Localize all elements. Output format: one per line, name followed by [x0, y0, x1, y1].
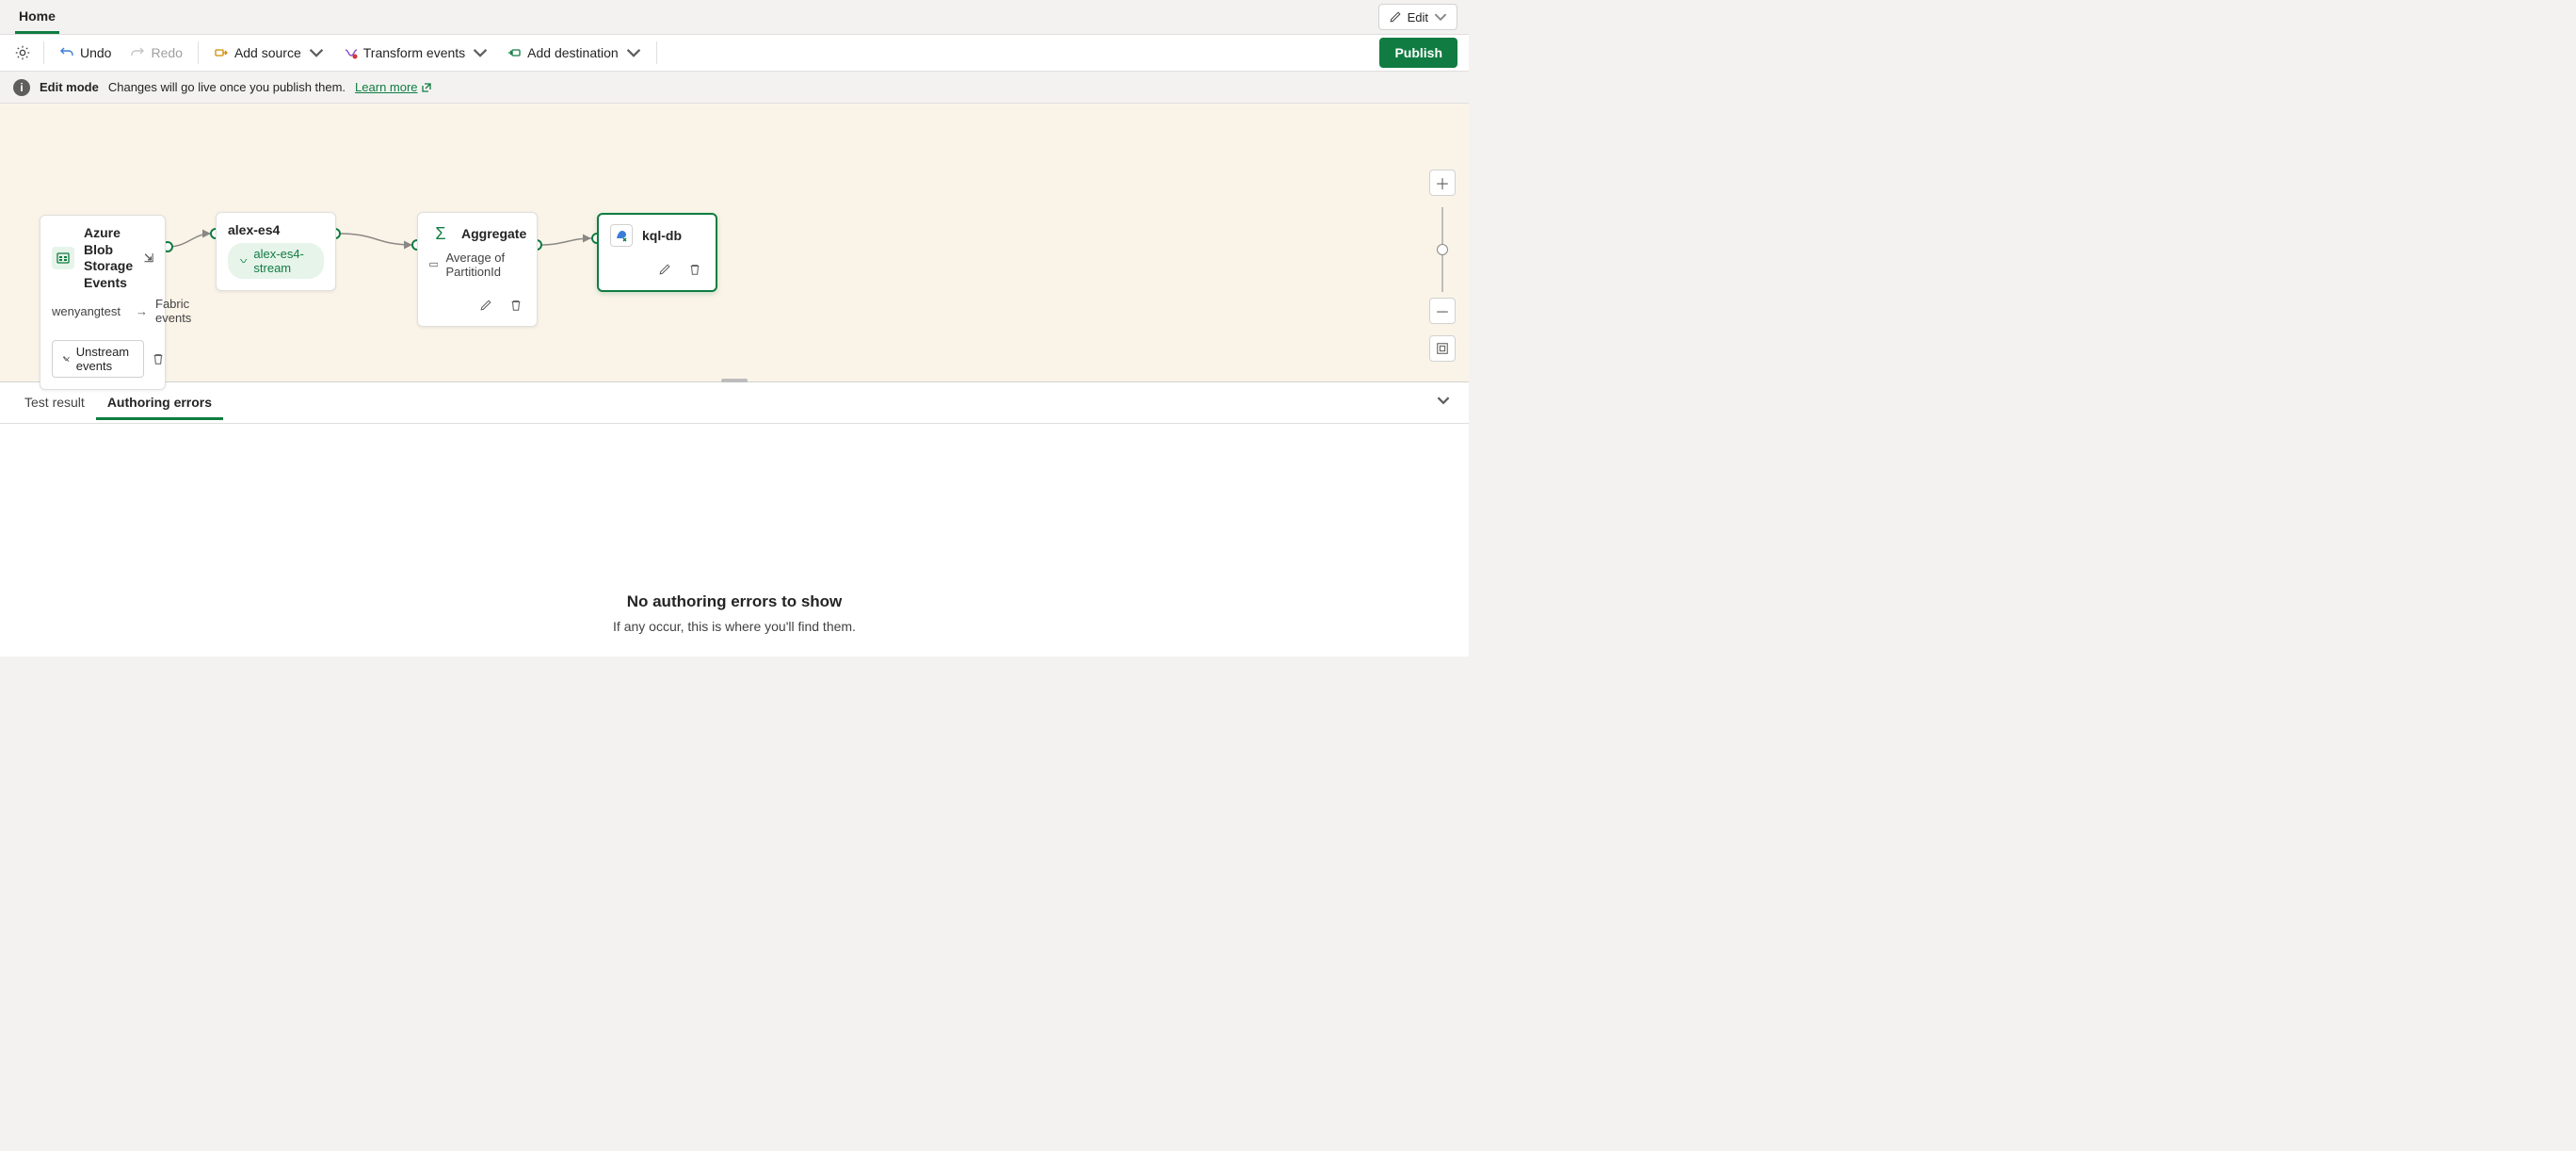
node-stream-title: alex-es4: [228, 222, 280, 237]
add-destination-label: Add destination: [527, 45, 619, 60]
delete-button[interactable]: [505, 294, 527, 316]
info-bar: i Edit mode Changes will go live once yo…: [0, 72, 1469, 104]
node-aggregate[interactable]: Σ Aggregate Average of PartitionId: [417, 212, 538, 327]
tab-authoring-errors[interactable]: Authoring errors: [96, 385, 223, 420]
external-link-icon: [421, 82, 432, 93]
publish-button[interactable]: Publish: [1379, 38, 1457, 68]
chevron-down-icon: [1434, 10, 1447, 24]
empty-state-title: No authoring errors to show: [627, 592, 843, 611]
undo-button[interactable]: Undo: [50, 38, 121, 68]
edit-mode-label: Edit mode: [40, 80, 99, 94]
unstream-icon: [62, 352, 71, 365]
transform-icon: [343, 45, 358, 60]
trash-icon: [688, 263, 701, 276]
learn-more-label: Learn more: [355, 80, 417, 94]
settings-button[interactable]: [8, 38, 38, 68]
tab-home[interactable]: Home: [15, 3, 59, 34]
panel-resize-handle[interactable]: [721, 379, 748, 382]
node-source[interactable]: Azure Blob Storage Events ⇲ wenyangtest …: [40, 215, 166, 390]
undo-label: Undo: [80, 45, 111, 60]
aggregate-desc: Average of PartitionId: [445, 251, 525, 279]
add-source-label: Add source: [234, 45, 301, 60]
kql-db-icon: [610, 224, 633, 247]
zoom-slider[interactable]: [1441, 207, 1443, 292]
unstream-events-button[interactable]: Unstream events: [52, 340, 144, 378]
delete-button[interactable]: [684, 258, 706, 281]
stream-pill-label: alex-es4-stream: [253, 247, 313, 275]
zoom-out-button[interactable]: －: [1429, 298, 1456, 324]
node-destination[interactable]: kql-db: [597, 213, 717, 292]
chevron-down-icon: [309, 45, 324, 60]
info-icon: i: [13, 79, 30, 96]
node-aggregate-title: Aggregate: [461, 226, 526, 241]
node-destination-title: kql-db: [642, 228, 682, 243]
empty-state-subtitle: If any occur, this is where you'll find …: [613, 619, 856, 634]
edit-button[interactable]: [653, 258, 676, 281]
unstream-label: Unstream events: [76, 345, 135, 373]
edit-button-label: Edit: [1408, 10, 1428, 24]
source-owner: wenyangtest: [52, 304, 121, 318]
add-destination-icon: [507, 45, 522, 60]
stream-icon: [239, 254, 248, 267]
gear-icon: [14, 44, 31, 61]
sigma-icon: Σ: [429, 222, 452, 245]
chevron-down-icon: [1437, 394, 1450, 407]
info-message: Changes will go live once you publish th…: [108, 80, 346, 94]
node-source-title: Azure Blob Storage Events: [84, 225, 135, 291]
tab-test-result[interactable]: Test result: [13, 385, 96, 420]
redo-button[interactable]: Redo: [121, 38, 191, 68]
trash-icon: [152, 352, 165, 365]
field-icon: [429, 259, 438, 270]
redo-icon: [130, 45, 145, 60]
add-source-button[interactable]: Add source: [204, 38, 333, 68]
delete-button[interactable]: [152, 348, 165, 370]
edit-dropdown-button[interactable]: Edit: [1378, 4, 1457, 30]
collapse-icon[interactable]: ⇲: [144, 251, 153, 265]
zoom-in-button[interactable]: ＋: [1429, 170, 1456, 196]
zoom-fit-button[interactable]: [1429, 335, 1456, 362]
transform-label: Transform events: [363, 45, 465, 60]
source-connector: Fabric events: [155, 297, 191, 325]
stream-pill[interactable]: alex-es4-stream: [228, 243, 324, 279]
canvas[interactable]: Azure Blob Storage Events ⇲ wenyangtest …: [0, 104, 1469, 382]
pencil-icon: [1389, 10, 1402, 24]
learn-more-link[interactable]: Learn more: [355, 80, 431, 94]
redo-label: Redo: [151, 45, 182, 60]
pencil-icon: [479, 299, 492, 312]
chevron-down-icon: [626, 45, 641, 60]
fit-icon: [1436, 342, 1449, 355]
pencil-icon: [658, 263, 671, 276]
add-source-icon: [214, 45, 229, 60]
edit-button[interactable]: [475, 294, 497, 316]
collapse-panel-button[interactable]: [1431, 388, 1456, 417]
add-destination-button[interactable]: Add destination: [497, 38, 651, 68]
chevron-down-icon: [473, 45, 488, 60]
trash-icon: [509, 299, 523, 312]
transform-events-button[interactable]: Transform events: [333, 38, 497, 68]
blob-storage-icon: [52, 247, 74, 269]
node-stream[interactable]: alex-es4 alex-es4-stream: [216, 212, 336, 291]
undo-icon: [59, 45, 74, 60]
